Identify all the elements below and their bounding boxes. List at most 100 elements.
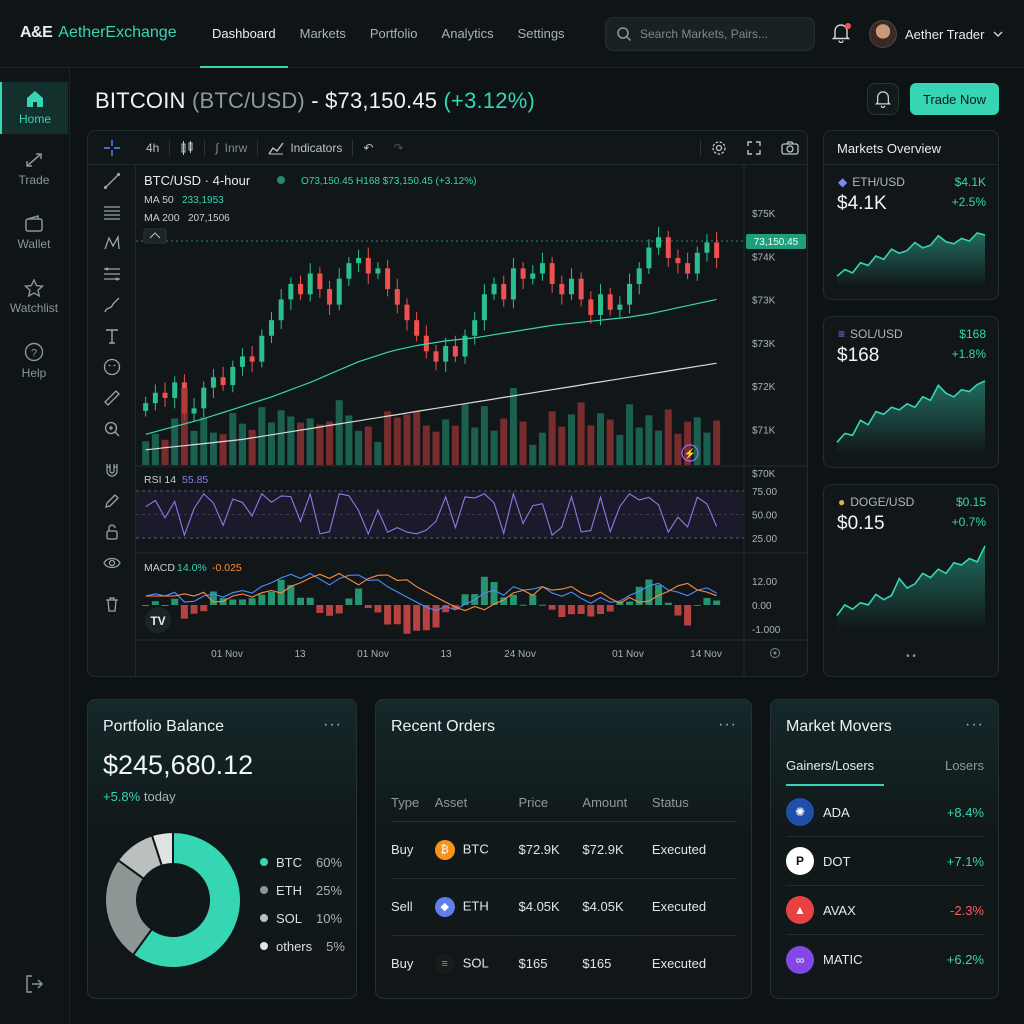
candle-body [336,278,342,305]
collapse-legend-button[interactable] [143,228,167,244]
table-row[interactable]: Buy ₿ BTC $72.9K $72.9K Executed [391,821,736,879]
candle-body [704,242,710,253]
volume-bar [587,425,595,465]
candle-body [617,304,623,310]
allocation-donut-chart[interactable] [103,830,243,970]
nav-analytics[interactable]: Analytics [430,0,506,68]
list-item[interactable]: ∞ MATIC +6.2% [786,935,984,984]
search-box[interactable] [605,17,815,51]
volume-bar [655,430,663,465]
macd-histogram-bar [703,598,711,605]
sparkline-chart [836,545,986,630]
legend-item-eth: ETH 25% [260,876,345,904]
more-options-icon[interactable]: ··· [965,716,984,734]
asset-pair: (BTC/USD) [191,88,305,113]
list-item[interactable]: P DOT +7.1% [786,837,984,886]
column-header[interactable]: Amount [582,785,652,822]
trade-now-button[interactable]: Trade Now [910,83,999,115]
list-item[interactable]: ✺ ADA +8.4% [786,788,984,837]
column-header[interactable]: Status [651,785,736,822]
volume-bar [597,413,605,465]
time-tick-label: 13 [294,649,306,660]
sparkline-area [837,381,985,455]
ruler-tool[interactable] [88,382,136,413]
more-options-icon[interactable]: ··· [718,716,737,734]
lock-tool[interactable] [88,516,136,547]
delete-drawings-tool[interactable] [88,588,136,619]
nav-settings[interactable]: Settings [506,0,577,68]
list-item[interactable]: ▲ AVAX -2.3% [786,886,984,935]
column-header[interactable]: Type [391,785,435,822]
table-row[interactable]: Sell ◆ ETH $4.05K $4.05K Executed [391,878,736,936]
eth-icon: ◆ [434,896,455,917]
avatar [869,20,897,48]
market-card-doge[interactable]: ● DOGE/USD $0.15 $0.15 +0.7% • • [823,484,999,677]
logout-icon[interactable] [24,974,44,994]
search-icon [617,27,632,42]
interval-selector[interactable]: 4h [136,131,169,165]
pattern-tool[interactable] [88,227,136,258]
trade-icon [26,153,42,167]
visibility-tool[interactable] [88,547,136,578]
text-tool[interactable] [88,320,136,351]
snapshot-button[interactable] [771,131,807,165]
order-asset-name: BTC [462,840,489,856]
axis-settings-button[interactable] [770,648,780,658]
user-menu[interactable]: Aether Trader [869,20,1003,48]
macd-histogram-bar [509,594,517,605]
fib-icon [104,267,120,280]
sidebar-item-watchlist[interactable]: Watchlist [0,268,68,326]
sidebar-item-home[interactable]: Home [0,82,68,134]
zoom-tool[interactable] [88,413,136,444]
horizontal-lines-tool[interactable] [88,196,136,227]
candle-body [414,320,420,336]
sidebar-item-wallet[interactable]: Wallet [0,204,68,262]
carousel-pager[interactable]: • • [824,651,998,662]
fib-tool[interactable] [88,258,136,289]
sidebar-item-help[interactable]: ? Help [0,332,68,390]
markets-overview-card-eth[interactable]: Markets Overview ◆ ETH/USD $4.1K $4.1K +2… [823,130,999,300]
macd-histogram-bar [413,605,421,631]
more-options-icon[interactable]: ··· [323,716,342,734]
legend-pct: 25% [316,882,343,898]
price-alert-button[interactable] [867,83,899,115]
undo-button[interactable]: ↶ [353,131,383,165]
brush-tool[interactable] [88,289,136,320]
chart-settings-button[interactable] [701,131,737,165]
logo[interactable]: A&E AetherExchange [20,24,177,42]
candle-body [278,299,284,321]
volume-bar [200,417,208,465]
nav-dashboard[interactable]: Dashboard [200,0,288,68]
sidebar-item-trade[interactable]: Trade [0,140,68,198]
magnet-tool[interactable] [88,454,136,485]
volume-bar [306,418,314,465]
indicators-label: Indicators [290,140,343,155]
nav-markets[interactable]: Markets [288,0,358,68]
candles-type-button[interactable] [170,131,204,165]
sidebar: Home Trade Wallet Watchlist ? Help [0,68,70,1024]
nav-portfolio[interactable]: Portfolio [358,0,430,68]
redo-button[interactable]: ↷ [383,131,413,165]
candlestick-chart[interactable]: $75K $74K $73K $73K $72K $71K $70K 75.00 50.00 25… [136,165,808,677]
chart-type-selector[interactable]: ∫ Inrw [205,131,257,165]
candle-body [249,356,255,362]
tab-losers[interactable]: Losers [945,758,984,786]
fullscreen-button[interactable] [737,131,771,165]
table-row[interactable]: Buy ≡ SOL $165 $165 Executed [391,935,736,992]
edit-tool[interactable] [88,485,136,516]
column-header[interactable]: Asset [434,785,519,822]
crosshair-icon [104,139,120,156]
candle-body [539,263,545,274]
emoji-tool[interactable] [88,351,136,382]
crosshair-tool[interactable] [88,131,136,165]
tab-gainers-losers[interactable]: Gainers/Losers [786,758,884,786]
search-input[interactable] [640,27,800,41]
trend-line-tool[interactable] [88,165,136,196]
candle-body [162,392,168,398]
indicators-button[interactable]: Indicators [258,131,352,165]
market-card-sol[interactable]: ≡ SOL/USD $168 $168 +1.8% [823,316,999,468]
column-header[interactable]: Price [518,785,583,822]
portfolio-change: +5.8% today [103,789,176,804]
candle-body [656,237,662,248]
candle-body [404,304,410,321]
